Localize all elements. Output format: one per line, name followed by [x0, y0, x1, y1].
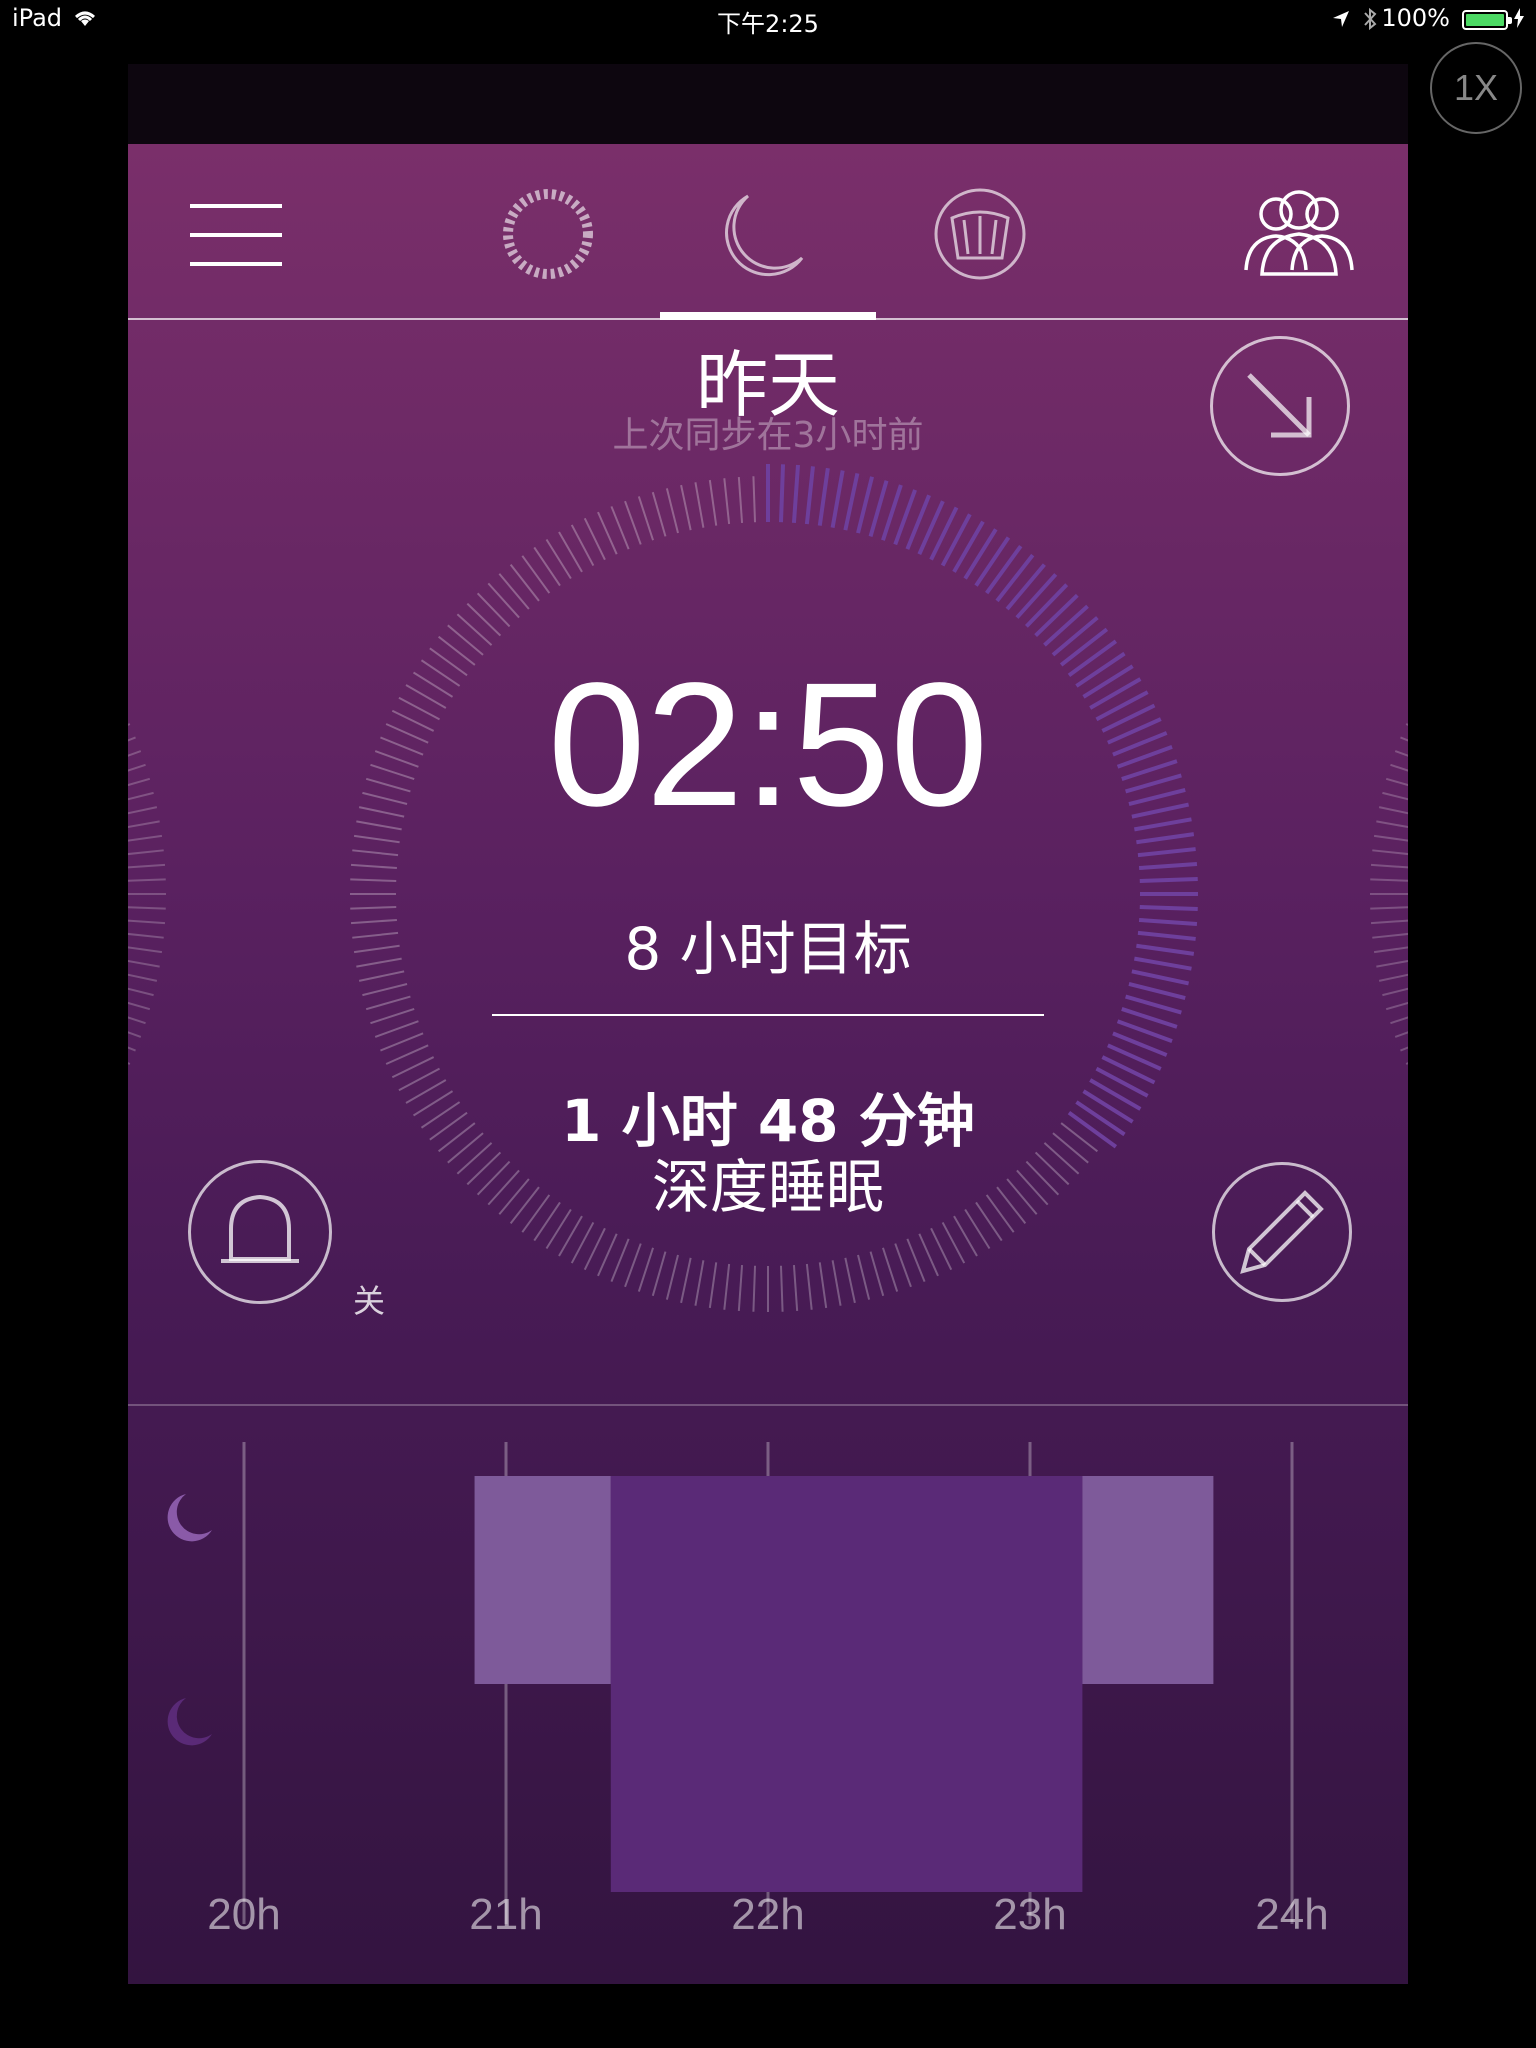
- sleep-stage-chart: [167, 1442, 1294, 1924]
- battery-percent: 100%: [1381, 4, 1450, 32]
- x-tick-label: 20h: [207, 1890, 281, 1939]
- x-tick-label: 23h: [993, 1890, 1067, 1939]
- bluetooth-icon: [1364, 7, 1377, 31]
- charging-icon: [1514, 8, 1524, 28]
- deep-sleep-moon-icon: [167, 1698, 212, 1746]
- zoom-toggle-button[interactable]: 1X: [1430, 42, 1522, 134]
- x-tick-label: 22h: [731, 1890, 805, 1939]
- status-time: 下午2:25: [717, 10, 819, 38]
- light-sleep-bar: [1082, 1476, 1214, 1684]
- app-window: 昨天 上次同步在3小时前 02:50 8 小时目标 1 小时 48 分钟 深度睡…: [128, 64, 1408, 1984]
- deep-sleep-bar: [610, 1476, 1083, 1892]
- x-tick-label: 24h: [1255, 1890, 1329, 1939]
- location-icon: [1333, 11, 1349, 27]
- light-sleep-moon-icon: [167, 1494, 212, 1542]
- x-tick-label: 21h: [469, 1890, 543, 1939]
- status-bar: iPad 下午2:25 100%: [0, 0, 1536, 42]
- light-sleep-bar: [474, 1476, 611, 1684]
- battery-icon: [1462, 10, 1512, 30]
